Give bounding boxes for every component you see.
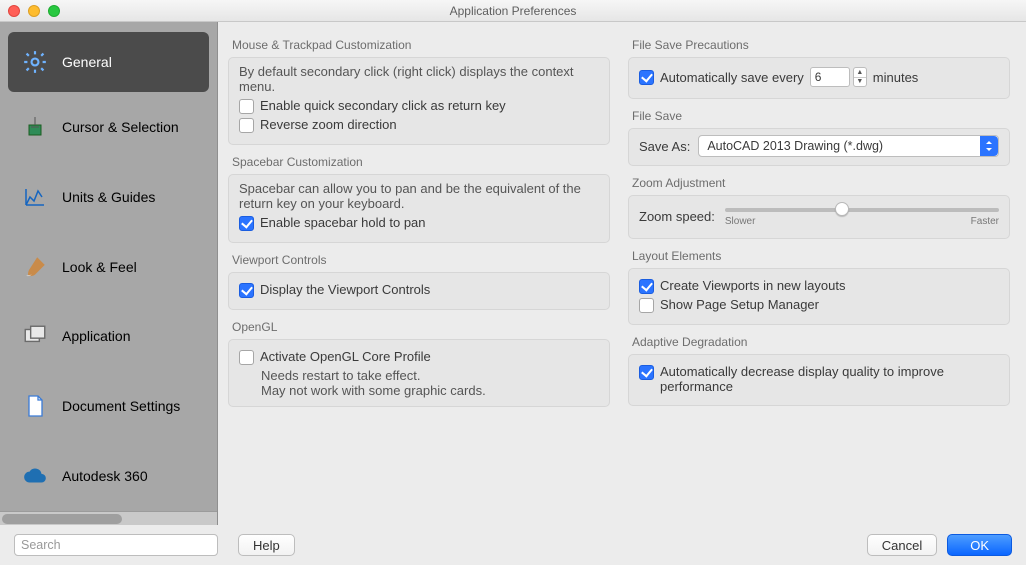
scrollbar-thumb[interactable] bbox=[2, 514, 122, 524]
group-opengl: Activate OpenGL Core Profile Needs resta… bbox=[228, 339, 610, 407]
windows-icon bbox=[22, 323, 48, 349]
mouse-description: By default secondary click (right click)… bbox=[239, 64, 599, 94]
opengl-note1: Needs restart to take effect. bbox=[261, 368, 599, 383]
label-display-viewport: Display the Viewport Controls bbox=[260, 282, 430, 297]
section-viewport-title: Viewport Controls bbox=[232, 253, 608, 267]
sidebar-item-label: Look & Feel bbox=[62, 259, 137, 275]
label-page-setup: Show Page Setup Manager bbox=[660, 297, 819, 312]
slider-knob[interactable] bbox=[835, 202, 849, 216]
checkbox-quick-secondary[interactable] bbox=[239, 99, 254, 114]
label-reverse-zoom: Reverse zoom direction bbox=[260, 117, 397, 132]
zoom-icon[interactable] bbox=[48, 5, 60, 17]
sidebar-item-label: Autodesk 360 bbox=[62, 468, 148, 484]
sidebar-scrollbar[interactable] bbox=[0, 511, 217, 525]
sidebar-item-label: General bbox=[62, 54, 112, 70]
window-title: Application Preferences bbox=[0, 4, 1026, 18]
minimize-icon[interactable] bbox=[28, 5, 40, 17]
cursor-icon bbox=[22, 114, 48, 140]
cancel-button[interactable]: Cancel bbox=[867, 534, 937, 556]
label-spacebar-pan: Enable spacebar hold to pan bbox=[260, 215, 426, 230]
saveas-value: AutoCAD 2013 Drawing (*.dwg) bbox=[707, 139, 883, 153]
group-zoom: Zoom speed: Slower Faster bbox=[628, 195, 1010, 239]
slider-track bbox=[725, 208, 999, 212]
checkbox-reverse-zoom[interactable] bbox=[239, 118, 254, 133]
preferences-panel: Mouse & Trackpad Customization By defaul… bbox=[218, 22, 1026, 525]
section-spacebar-title: Spacebar Customization bbox=[232, 155, 608, 169]
titlebar: Application Preferences bbox=[0, 0, 1026, 22]
ruler-icon bbox=[22, 184, 48, 210]
group-layout: Create Viewports in new layouts Show Pag… bbox=[628, 268, 1010, 325]
checkbox-spacebar-pan[interactable] bbox=[239, 216, 254, 231]
ok-button[interactable]: OK bbox=[947, 534, 1012, 556]
autosave-stepper[interactable]: ▲▼ bbox=[853, 67, 867, 87]
label-zoom-speed: Zoom speed: bbox=[639, 209, 715, 224]
group-spacebar: Spacebar can allow you to pan and be the… bbox=[228, 174, 610, 243]
window-controls bbox=[8, 5, 60, 17]
label-adaptive: Automatically decrease display quality t… bbox=[660, 364, 999, 394]
help-button[interactable]: Help bbox=[238, 534, 295, 556]
slider-label-slow: Slower bbox=[725, 216, 756, 227]
search-input[interactable]: Search bbox=[14, 534, 218, 556]
label-saveas: Save As: bbox=[639, 139, 690, 154]
stepper-down-icon: ▼ bbox=[854, 78, 866, 87]
dropdown-arrow-icon bbox=[980, 136, 998, 156]
section-filesave-precautions-title: File Save Precautions bbox=[632, 38, 1008, 52]
checkbox-display-viewport[interactable] bbox=[239, 283, 254, 298]
sidebar-item-document[interactable]: Document Settings bbox=[0, 371, 217, 441]
label-autosave: Automatically save every bbox=[660, 70, 804, 85]
gear-icon bbox=[22, 49, 48, 75]
sidebar-item-label: Units & Guides bbox=[62, 189, 155, 205]
section-opengl-title: OpenGL bbox=[232, 320, 608, 334]
stepper-up-icon: ▲ bbox=[854, 68, 866, 78]
document-icon bbox=[22, 393, 48, 419]
bottom-bar: Search Help Cancel OK bbox=[0, 525, 1026, 565]
brush-icon bbox=[22, 254, 48, 280]
checkbox-create-viewports[interactable] bbox=[639, 279, 654, 294]
opengl-note2: May not work with some graphic cards. bbox=[261, 383, 599, 398]
group-adaptive: Automatically decrease display quality t… bbox=[628, 354, 1010, 406]
sidebar-item-label: Cursor & Selection bbox=[62, 119, 179, 135]
slider-label-fast: Faster bbox=[971, 216, 999, 227]
sidebar-item-units[interactable]: Units & Guides bbox=[0, 162, 217, 232]
section-mouse-title: Mouse & Trackpad Customization bbox=[232, 38, 608, 52]
label-opengl-core: Activate OpenGL Core Profile bbox=[260, 349, 431, 364]
section-adaptive-title: Adaptive Degradation bbox=[632, 335, 1008, 349]
section-layout-title: Layout Elements bbox=[632, 249, 1008, 263]
label-quick-secondary: Enable quick secondary click as return k… bbox=[260, 98, 506, 113]
close-icon[interactable] bbox=[8, 5, 20, 17]
sidebar-item-label: Application bbox=[62, 328, 131, 344]
section-zoom-title: Zoom Adjustment bbox=[632, 176, 1008, 190]
group-viewport: Display the Viewport Controls bbox=[228, 272, 610, 310]
sidebar-item-label: Document Settings bbox=[62, 398, 180, 414]
sidebar: General Cursor & Selection Units & Guide… bbox=[0, 22, 218, 525]
group-filesave: Save As: AutoCAD 2013 Drawing (*.dwg) bbox=[628, 128, 1010, 166]
sidebar-item-cursor[interactable]: Cursor & Selection bbox=[0, 92, 217, 162]
checkbox-opengl-core[interactable] bbox=[239, 350, 254, 365]
cloud-icon bbox=[22, 463, 48, 489]
label-create-viewports: Create Viewports in new layouts bbox=[660, 278, 845, 293]
section-filesave-title: File Save bbox=[632, 109, 1008, 123]
group-filesave-precautions: Automatically save every 6 ▲▼ minutes bbox=[628, 57, 1010, 99]
sidebar-item-general[interactable]: General bbox=[8, 32, 209, 92]
sidebar-item-autodesk360[interactable]: Autodesk 360 bbox=[0, 441, 217, 511]
autosave-input[interactable]: 6 bbox=[810, 67, 850, 87]
zoom-slider[interactable]: Slower Faster bbox=[725, 202, 999, 230]
spacebar-description: Spacebar can allow you to pan and be the… bbox=[239, 181, 599, 211]
checkbox-page-setup[interactable] bbox=[639, 298, 654, 313]
label-autosave-unit: minutes bbox=[873, 70, 919, 85]
saveas-dropdown[interactable]: AutoCAD 2013 Drawing (*.dwg) bbox=[698, 135, 999, 157]
checkbox-adaptive[interactable] bbox=[639, 365, 654, 380]
sidebar-item-application[interactable]: Application bbox=[0, 301, 217, 371]
checkbox-autosave[interactable] bbox=[639, 70, 654, 85]
sidebar-item-look[interactable]: Look & Feel bbox=[0, 232, 217, 302]
group-mouse: By default secondary click (right click)… bbox=[228, 57, 610, 145]
